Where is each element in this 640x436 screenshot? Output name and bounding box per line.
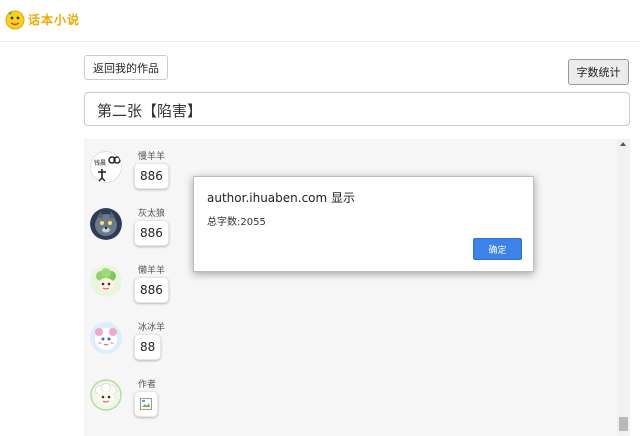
svg-text:钱晨: 钱晨 bbox=[94, 159, 106, 167]
word-count-button[interactable]: 字数统计 bbox=[568, 59, 629, 85]
message-bubble: 886 bbox=[134, 277, 169, 303]
ice-sheep-avatar-icon[interactable] bbox=[90, 322, 122, 354]
message-bubble: 88 bbox=[134, 334, 162, 360]
slow-sheep-avatar-icon[interactable]: 钱晨 bbox=[90, 151, 122, 183]
scrollbar-thumb[interactable] bbox=[619, 417, 628, 431]
author-avatar-icon[interactable] bbox=[90, 379, 122, 411]
message-bubble: 886 bbox=[134, 220, 169, 246]
alert-dialog: author.ihuaben.com 显示 总字数:2055 确定 bbox=[193, 176, 534, 272]
site-logo[interactable]: 话本小说 bbox=[4, 8, 80, 30]
sender-name: 懒羊羊 bbox=[138, 266, 166, 276]
dialog-message: 总字数:2055 bbox=[207, 217, 266, 228]
logo-text: 话本小说 bbox=[28, 12, 81, 27]
chat-scrollbar[interactable] bbox=[617, 139, 630, 436]
grey-wolf-avatar-icon[interactable] bbox=[90, 208, 122, 240]
top-bar: 话本小说 bbox=[0, 0, 640, 42]
dialog-title: author.ihuaben.com 显示 bbox=[207, 191, 356, 205]
sender-name: 作者 bbox=[138, 380, 157, 390]
lazy-sheep-avatar-icon[interactable] bbox=[90, 265, 122, 297]
scroll-up-arrow-icon[interactable] bbox=[620, 142, 626, 146]
chapter-title-input[interactable]: 第二张【陷害】 bbox=[84, 92, 630, 126]
broken-image-icon bbox=[140, 398, 152, 410]
logo-mascot-icon bbox=[5, 10, 25, 30]
back-to-my-works-button[interactable]: 返回我的作品 bbox=[84, 55, 168, 80]
message-bubble bbox=[134, 391, 158, 417]
sender-name: 灰太狼 bbox=[138, 209, 166, 219]
sender-name: 冰冰羊 bbox=[138, 323, 166, 333]
sender-name: 慢羊羊 bbox=[138, 152, 166, 162]
ok-button[interactable]: 确定 bbox=[473, 238, 522, 260]
message-bubble: 886 bbox=[134, 163, 169, 189]
